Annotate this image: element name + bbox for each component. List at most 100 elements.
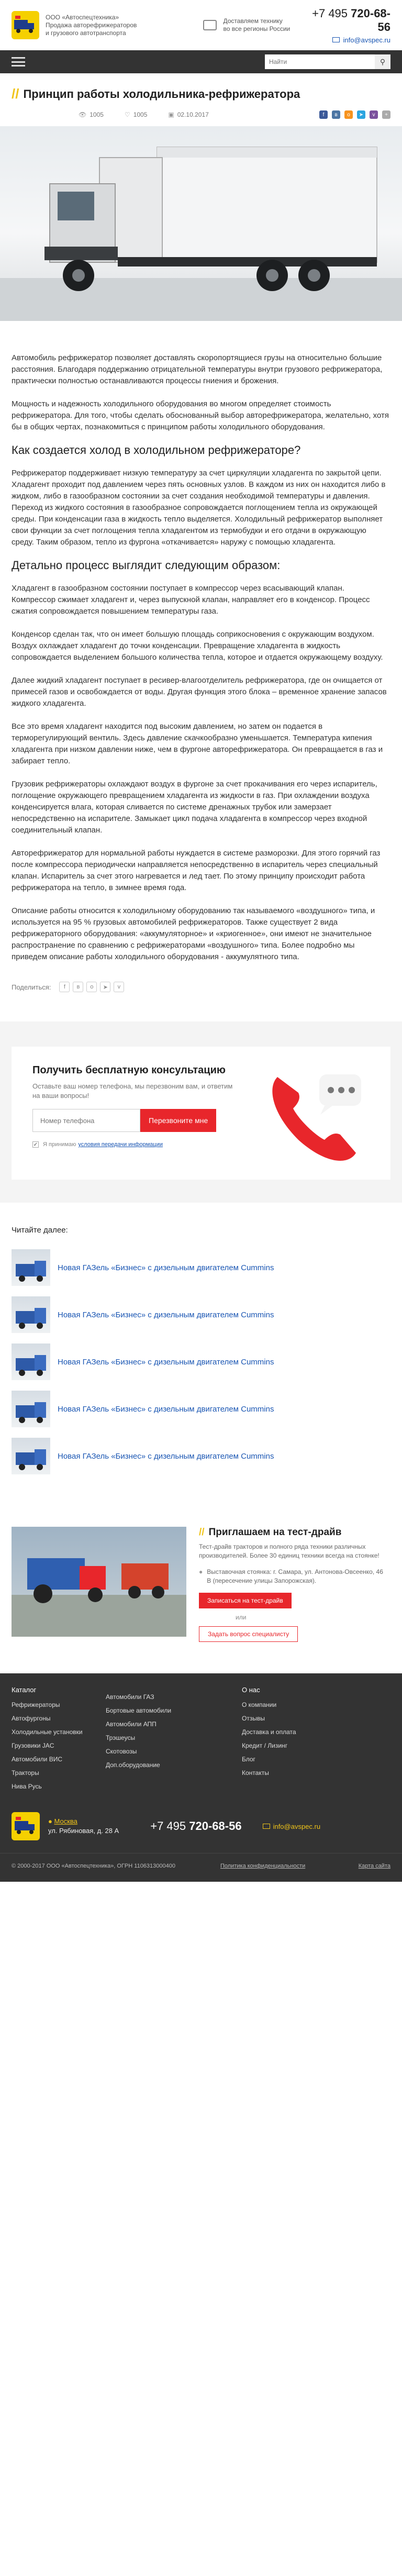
address-text: Выставочная стоянка: г. Самара, ул. Анто… (207, 1568, 383, 1584)
related-link[interactable]: Новая ГАЗель «Бизнес» с дизельным двигат… (58, 1452, 274, 1461)
facebook-icon[interactable]: f (59, 982, 70, 992)
footer-link[interactable]: Нива Русь (12, 1783, 106, 1790)
related-item[interactable]: Новая ГАЗель «Бизнес» с дизельным двигат… (12, 1391, 390, 1427)
related-link[interactable]: Новая ГАЗель «Бизнес» с дизельным двигат… (58, 1358, 274, 1367)
footer-link[interactable]: Автомобили АПП (106, 1720, 200, 1728)
hero-image (0, 126, 402, 321)
search-icon[interactable]: ⚲ (375, 54, 390, 69)
footer-link[interactable]: Доставка и оплата (242, 1728, 336, 1736)
footer-columns: Каталог Рефрижераторы Автофургоны Холоди… (0, 1673, 402, 1801)
footer-link[interactable]: Тракторы (12, 1769, 106, 1776)
footer-link[interactable]: Рефрижераторы (12, 1701, 106, 1708)
footer-link[interactable]: Автофургоны (12, 1715, 106, 1722)
footer-contacts: ● Москва ул. Рябиновая, д. 28 А +7 495 7… (0, 1801, 402, 1853)
related-thumbnail[interactable] (12, 1343, 50, 1380)
footer-phone[interactable]: +7 495 720-68-56 (150, 1819, 241, 1833)
footer-link[interactable]: Бортовые автомобили (106, 1707, 200, 1714)
footer-logo[interactable] (12, 1812, 40, 1840)
footer-link[interactable]: Скотовозы (106, 1748, 200, 1755)
book-test-drive-button[interactable]: Записаться на тест-драйв (199, 1593, 292, 1608)
viber-icon[interactable]: v (114, 982, 125, 992)
consent-text: Я принимаю (43, 1141, 76, 1148)
test-drive-description: Тест-драйв тракторов и полного ряда техн… (199, 1543, 379, 1559)
map-pin-icon: ● (48, 1817, 52, 1825)
email-link[interactable]: info@avspec.ru (273, 1823, 321, 1830)
privacy-policy-link[interactable]: Политика конфиденциальности (220, 1863, 305, 1869)
ask-specialist-button[interactable]: Задать вопрос специалисту (199, 1626, 298, 1642)
footer-link[interactable]: Доп.оборудование (106, 1761, 200, 1769)
footer: Каталог Рефрижераторы Автофургоны Холоди… (0, 1673, 402, 1882)
ok-icon[interactable]: o (344, 110, 353, 119)
top-header: ООО «Автоспецтехника» Продажа авторефриж… (0, 0, 402, 50)
footer-link[interactable]: Автомобили ГАЗ (106, 1693, 200, 1701)
related-item[interactable]: Новая ГАЗель «Бизнес» с дизельным двигат… (12, 1249, 390, 1286)
telegram-icon[interactable]: ➤ (100, 982, 111, 992)
callback-button[interactable]: Перезвоните мне (140, 1109, 217, 1132)
viber-icon[interactable]: v (370, 110, 378, 119)
views-value: 1005 (90, 111, 104, 118)
telegram-icon[interactable]: ➤ (357, 110, 365, 119)
sitemap-link[interactable]: Карта сайта (359, 1863, 390, 1869)
calendar-icon: ▣ (168, 111, 174, 118)
consent-checkbox[interactable]: ✓ (32, 1141, 39, 1148)
company-name: ООО «Автоспецтехника» (45, 13, 119, 21)
phone-prefix: +7 495 (312, 6, 348, 20)
ok-icon[interactable]: o (86, 982, 97, 992)
related-link[interactable]: Новая ГАЗель «Бизнес» с дизельным двигат… (58, 1263, 274, 1272)
related-item[interactable]: Новая ГАЗель «Бизнес» с дизельным двигат… (12, 1438, 390, 1474)
paragraph: Авторефрижератор для нормальной работы н… (12, 849, 381, 892)
paragraph: Грузовик рефрижераторы охлаждают воздух … (12, 780, 377, 835)
test-drive-title-row: //Приглашаем на тест-драйв (199, 1527, 387, 1538)
truck-logo-icon (15, 1817, 35, 1834)
footer-link[interactable]: Автомобили ВИС (12, 1756, 106, 1763)
footer-link[interactable]: Блог (242, 1756, 336, 1763)
footer-link[interactable]: О компании (242, 1701, 336, 1708)
related-thumbnail[interactable] (12, 1249, 50, 1286)
paragraph: Конденсор сделан так, что он имеет больш… (12, 630, 383, 662)
page-title: Принцип работы холодильника-рефрижератор… (23, 87, 300, 101)
search-input[interactable] (265, 54, 375, 69)
vk-icon[interactable]: в (332, 110, 340, 119)
logo[interactable] (12, 11, 39, 39)
related-item[interactable]: Новая ГАЗель «Бизнес» с дизельным двигат… (12, 1343, 390, 1380)
header-phone[interactable]: +7 495 720-68-56 (301, 7, 390, 34)
vk-icon[interactable]: в (73, 982, 84, 992)
date: ▣ 02.10.2017 (168, 111, 208, 118)
title-accent: // (199, 1527, 205, 1538)
phone-input[interactable] (32, 1109, 140, 1132)
footer-link[interactable]: Трэшеусы (106, 1734, 200, 1741)
header-email[interactable]: info@avspec.ru (301, 36, 390, 44)
related-link[interactable]: Новая ГАЗель «Бизнес» с дизельным двигат… (58, 1311, 274, 1319)
footer-link[interactable]: Грузовики JAC (12, 1742, 106, 1749)
share-label: Поделиться: (12, 983, 51, 991)
footer-link[interactable]: Кредит / Лизинг (242, 1742, 336, 1749)
company-tagline-1: Продажа авторефрижераторов (45, 21, 137, 29)
city-link[interactable]: Москва (54, 1817, 77, 1825)
footer-link[interactable]: Отзывы (242, 1715, 336, 1722)
consent-link[interactable]: условия передачи информации (78, 1141, 163, 1148)
related-link[interactable]: Новая ГАЗель «Бизнес» с дизельным двигат… (58, 1405, 274, 1414)
related-item[interactable]: Новая ГАЗель «Бизнес» с дизельным двигат… (12, 1296, 390, 1333)
paragraph: Далее жидкий хладагент поступает в ресив… (12, 676, 387, 708)
company-info: ООО «Автоспецтехника» Продажа авторефриж… (46, 14, 169, 37)
related-thumbnail[interactable] (12, 1391, 50, 1427)
footer-link[interactable]: Контакты (242, 1769, 336, 1776)
likes-value: 1005 (133, 111, 148, 118)
related-title: Читайте далее: (12, 1226, 68, 1235)
related-thumbnail[interactable] (12, 1296, 50, 1333)
envelope-icon (332, 37, 340, 42)
share-bar: Поделиться: f в o ➤ v (0, 974, 402, 1021)
footer-link[interactable]: Холодильные установки (12, 1728, 106, 1736)
consultation-section: Получить бесплатную консультацию Оставьт… (0, 1021, 402, 1203)
related-thumbnail[interactable] (12, 1438, 50, 1474)
or-text: или (236, 1614, 247, 1621)
paragraph: Рефрижератор поддерживает низкую темпера… (12, 469, 386, 547)
email-link[interactable]: info@avspec.ru (343, 36, 390, 44)
delivery-truck-icon (203, 20, 217, 30)
menu-icon[interactable] (12, 57, 25, 66)
paragraph: Все это время хладагент находится под вы… (12, 722, 383, 765)
section-heading: Как создается холод в холодильном рефриж… (12, 443, 301, 457)
footer-email[interactable]: info@avspec.ru (262, 1823, 321, 1830)
facebook-icon[interactable]: f (319, 110, 328, 119)
more-share-icon[interactable]: + (382, 110, 390, 119)
